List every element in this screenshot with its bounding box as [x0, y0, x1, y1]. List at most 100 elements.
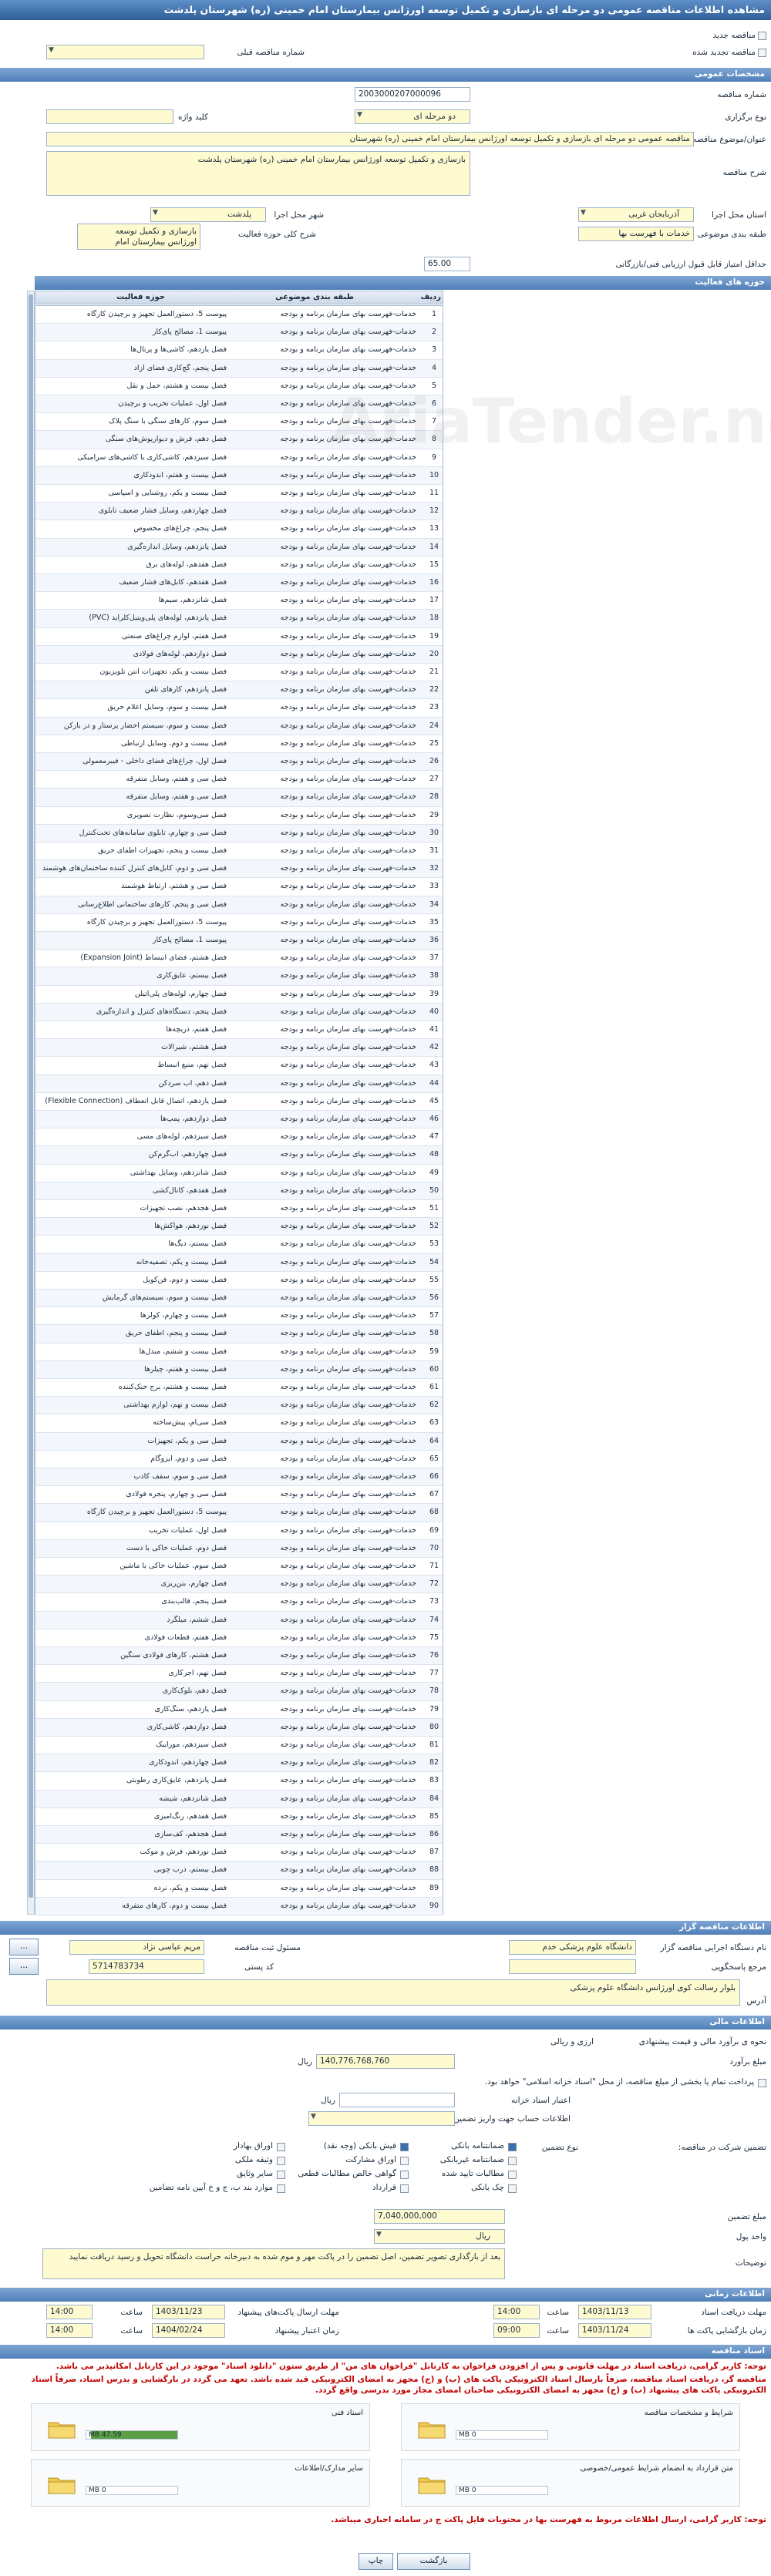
table-row[interactable]: 27 خدمات-فهرست بهای سازمان برنامه و بودجه…	[35, 771, 443, 789]
table-row[interactable]: 39 خدمات-فهرست بهای سازمان برنامه و بودجه…	[35, 986, 443, 1004]
table-row[interactable]: 85 خدمات-فهرست بهای سازمان برنامه و بودجه…	[35, 1808, 443, 1826]
table-row[interactable]: 40 خدمات-فهرست بهای سازمان برنامه و بودجه…	[35, 1003, 443, 1021]
doc-panel[interactable]: سایر مدارک/اطلاعات 0 MB	[31, 2459, 370, 2507]
table-row[interactable]: 38 خدمات-فهرست بهای سازمان برنامه و بودجه…	[35, 967, 443, 986]
table-row[interactable]: 58 خدمات-فهرست بهای سازمان برنامه و بودجه…	[35, 1325, 443, 1343]
table-row[interactable]: 77 خدمات-فهرست بهای سازمان برنامه و بودجه…	[35, 1665, 443, 1683]
table-row[interactable]: 72 خدمات-فهرست بهای سازمان برنامه و بودجه…	[35, 1576, 443, 1594]
table-row[interactable]: 14 خدمات-فهرست بهای سازمان برنامه و بودجه…	[35, 538, 443, 557]
table-row[interactable]: 21 خدمات-فهرست بهای سازمان برنامه و بودجه…	[35, 664, 443, 682]
table-row[interactable]: 48 خدمات-فهرست بهای سازمان برنامه و بودجه…	[35, 1146, 443, 1165]
table-row[interactable]: 16 خدمات-فهرست بهای سازمان برنامه و بودجه…	[35, 574, 443, 593]
table-row[interactable]: 43 خدمات-فهرست بهای سازمان برنامه و بودجه…	[35, 1057, 443, 1075]
folder-icon[interactable]	[417, 2473, 446, 2495]
table-row[interactable]: 66 خدمات-فهرست بهای سازمان برنامه و بودجه…	[35, 1468, 443, 1487]
table-row[interactable]: 50 خدمات-فهرست بهای سازمان برنامه و بودجه…	[35, 1182, 443, 1200]
table-row[interactable]: 31 خدمات-فهرست بهای سازمان برنامه و بودجه…	[35, 842, 443, 861]
doc-panel[interactable]: متن قرارداد به انضمام شرایط عمومی/خصوصی 0…	[401, 2459, 740, 2507]
keyword-field[interactable]	[46, 109, 173, 124]
city-select[interactable]: پلدشت ▼	[150, 207, 266, 222]
scrollbar-thumb[interactable]	[29, 294, 33, 1898]
table-row[interactable]: 76 خدمات-فهرست بهای سازمان برنامه و بودجه…	[35, 1647, 443, 1666]
previous-number-select[interactable]: ▼	[46, 45, 204, 59]
print-button[interactable]: چاپ	[359, 2553, 393, 2570]
currency-unit-select[interactable]: ریال ▼	[374, 2229, 505, 2244]
doc-panel[interactable]: شرایط و مشخصات مناقصه 0 MB	[401, 2403, 740, 2451]
table-row[interactable]: 35 خدمات-فهرست بهای سازمان برنامه و بودجه…	[35, 914, 443, 932]
table-row[interactable]: 24 خدمات-فهرست بهای سازمان برنامه و بودجه…	[35, 717, 443, 735]
table-row[interactable]: 36 خدمات-فهرست بهای سازمان برنامه و بودجه…	[35, 932, 443, 950]
table-row[interactable]: 74 خدمات-فهرست بهای سازمان برنامه و بودجه…	[35, 1611, 443, 1629]
bond-account-select[interactable]: ▼	[308, 2111, 455, 2126]
responsible-lookup-button[interactable]: …	[9, 1939, 39, 1956]
table-row[interactable]: 2 خدمات-فهرست بهای سازمان برنامه و بودجه پ…	[35, 324, 443, 342]
table-row[interactable]: 88 خدمات-فهرست بهای سازمان برنامه و بودجه…	[35, 1861, 443, 1880]
table-row[interactable]: 89 خدمات-فهرست بهای سازمان برنامه و بودجه…	[35, 1880, 443, 1898]
table-row[interactable]: 52 خدمات-فهرست بهای سازمان برنامه و بودجه…	[35, 1218, 443, 1236]
table-row[interactable]: 29 خدمات-فهرست بهای سازمان برنامه و بودجه…	[35, 807, 443, 825]
table-row[interactable]: 25 خدمات-فهرست بهای سازمان برنامه و بودجه…	[35, 735, 443, 753]
folder-icon[interactable]	[47, 2418, 76, 2440]
table-row[interactable]: 57 خدمات-فهرست بهای سازمان برنامه و بودجه…	[35, 1307, 443, 1326]
table-row[interactable]: 3 خدمات-فهرست بهای سازمان برنامه و بودجه ف…	[35, 341, 443, 360]
table-row[interactable]: 64 خدمات-فهرست بهای سازمان برنامه و بودجه…	[35, 1432, 443, 1451]
guarantee-checkbox[interactable]	[400, 2171, 409, 2179]
table-row[interactable]: 83 خدمات-فهرست بهای سازمان برنامه و بودجه…	[35, 1772, 443, 1791]
table-row[interactable]: 90 خدمات-فهرست بهای سازمان برنامه و بودجه…	[35, 1897, 443, 1915]
guarantee-checkbox[interactable]	[508, 2171, 517, 2179]
table-row[interactable]: 54 خدمات-فهرست بهای سازمان برنامه و بودجه…	[35, 1253, 443, 1272]
table-row[interactable]: 71 خدمات-فهرست بهای سازمان برنامه و بودجه…	[35, 1558, 443, 1576]
guarantee-checkbox[interactable]	[400, 2157, 409, 2165]
table-row[interactable]: 42 خدمات-فهرست بهای سازمان برنامه و بودجه…	[35, 1039, 443, 1058]
table-row[interactable]: 23 خدمات-فهرست بهای سازمان برنامه و بودجه…	[35, 699, 443, 718]
table-row[interactable]: 13 خدمات-فهرست بهای سازمان برنامه و بودجه…	[35, 520, 443, 539]
table-row[interactable]: 41 خدمات-فهرست بهای سازمان برنامه و بودجه…	[35, 1021, 443, 1040]
table-row[interactable]: 63 خدمات-فهرست بهای سازمان برنامه و بودجه…	[35, 1414, 443, 1433]
back-button[interactable]: بازگشت	[397, 2553, 470, 2570]
table-row[interactable]: 44 خدمات-فهرست بهای سازمان برنامه و بودجه…	[35, 1074, 443, 1093]
table-row[interactable]: 1 خدمات-فهرست بهای سازمان برنامه و بودجه پ…	[35, 306, 443, 325]
table-row[interactable]: 81 خدمات-فهرست بهای سازمان برنامه و بودجه…	[35, 1737, 443, 1755]
guarantee-checkbox[interactable]	[508, 2143, 517, 2151]
table-row[interactable]: 18 خدمات-فهرست بهای سازمان برنامه و بودجه…	[35, 610, 443, 628]
guarantee-checkbox[interactable]	[277, 2171, 285, 2179]
guarantee-checkbox[interactable]	[277, 2184, 285, 2193]
table-row[interactable]: 56 خدمات-فهرست بهای سازمان برنامه و بودجه…	[35, 1290, 443, 1308]
table-row[interactable]: 37 خدمات-فهرست بهای سازمان برنامه و بودجه…	[35, 950, 443, 968]
guarantee-checkbox[interactable]	[277, 2143, 285, 2151]
table-row[interactable]: 12 خدمات-فهرست بهای سازمان برنامه و بودجه…	[35, 503, 443, 521]
table-row[interactable]: 87 خدمات-فهرست بهای سازمان برنامه و بودجه…	[35, 1844, 443, 1862]
table-row[interactable]: 82 خدمات-فهرست بهای سازمان برنامه و بودجه…	[35, 1754, 443, 1773]
table-row[interactable]: 15 خدمات-فهرست بهای سازمان برنامه و بودجه…	[35, 557, 443, 574]
table-row[interactable]: 84 خدمات-فهرست بهای سازمان برنامه و بودجه…	[35, 1790, 443, 1808]
renewed-tender-radio[interactable]	[758, 49, 766, 57]
guarantee-checkbox[interactable]	[508, 2157, 517, 2165]
table-row[interactable]: 30 خدمات-فهرست بهای سازمان برنامه و بودجه…	[35, 824, 443, 842]
guarantee-checkbox[interactable]	[508, 2184, 517, 2193]
guarantee-checkbox[interactable]	[277, 2157, 285, 2165]
table-row[interactable]: 49 خدمات-فهرست بهای سازمان برنامه و بودجه…	[35, 1165, 443, 1182]
table-row[interactable]: 80 خدمات-فهرست بهای سازمان برنامه و بودجه…	[35, 1718, 443, 1737]
table-row[interactable]: 34 خدمات-فهرست بهای سازمان برنامه و بودجه…	[35, 896, 443, 914]
tender-type-select[interactable]: دو مرحله ای ▼	[355, 109, 470, 124]
table-row[interactable]: 55 خدمات-فهرست بهای سازمان برنامه و بودجه…	[35, 1272, 443, 1290]
table-row[interactable]: 22 خدمات-فهرست بهای سازمان برنامه و بودجه…	[35, 681, 443, 700]
table-row[interactable]: 47 خدمات-فهرست بهای سازمان برنامه و بودجه…	[35, 1128, 443, 1147]
table-row[interactable]: 61 خدمات-فهرست بهای سازمان برنامه و بودجه…	[35, 1379, 443, 1397]
table-row[interactable]: 26 خدمات-فهرست بهای سازمان برنامه و بودجه…	[35, 753, 443, 772]
table-row[interactable]: 4 خدمات-فهرست بهای سازمان برنامه و بودجه ف…	[35, 359, 443, 378]
new-tender-radio[interactable]	[758, 32, 766, 40]
table-row[interactable]: 73 خدمات-فهرست بهای سازمان برنامه و بودجه…	[35, 1593, 443, 1612]
postal-code-lookup-button[interactable]: …	[9, 1958, 39, 1975]
table-row[interactable]: 68 خدمات-فهرست بهای سازمان برنامه و بودجه…	[35, 1504, 443, 1522]
doc-panel[interactable]: اسناد فنی 47.59 MB	[31, 2403, 370, 2451]
table-row[interactable]: 32 خدمات-فهرست بهای سازمان برنامه و بودجه…	[35, 860, 443, 879]
province-select[interactable]: آذربایجان غربی ▼	[578, 207, 694, 222]
table-row[interactable]: 70 خدمات-فهرست بهای سازمان برنامه و بودجه…	[35, 1539, 443, 1558]
table-row[interactable]: 19 خدمات-فهرست بهای سازمان برنامه و بودجه…	[35, 628, 443, 646]
table-row[interactable]: 33 خدمات-فهرست بهای سازمان برنامه و بودجه…	[35, 878, 443, 896]
table-row[interactable]: 79 خدمات-فهرست بهای سازمان برنامه و بودجه…	[35, 1701, 443, 1719]
table-row[interactable]: 10 خدمات-فهرست بهای سازمان برنامه و بودجه…	[35, 466, 443, 485]
table-row[interactable]: 46 خدمات-فهرست بهای سازمان برنامه و بودجه…	[35, 1111, 443, 1129]
treasury-checkbox[interactable]	[758, 2079, 766, 2087]
